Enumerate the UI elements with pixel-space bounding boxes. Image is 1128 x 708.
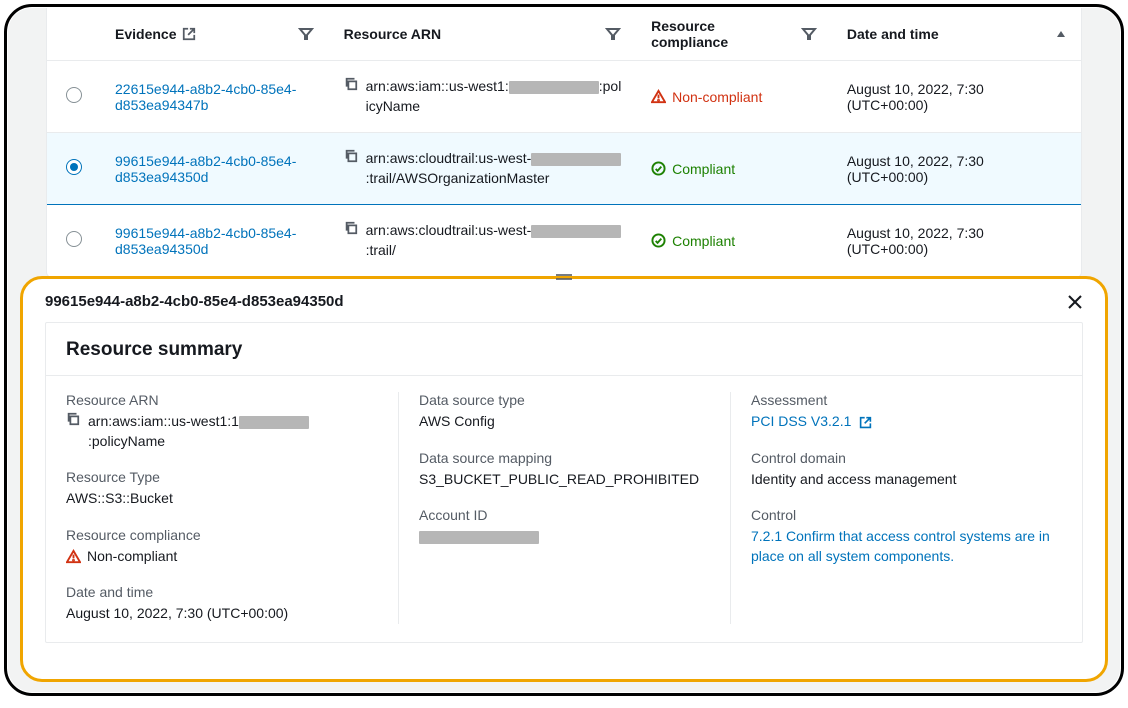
- resource-arn-label: Resource ARN: [66, 392, 378, 408]
- arn-value: arn:aws:cloudtrail:us-west-:trail/: [366, 221, 624, 260]
- column-arn-label: Resource ARN: [344, 26, 442, 42]
- column-compliance-label: Resource compliance: [651, 18, 795, 50]
- resource-arn-value: arn:aws:iam::us-west1:1:policyName: [88, 412, 378, 451]
- copy-icon[interactable]: [344, 77, 358, 91]
- check-circle-icon: [651, 161, 666, 176]
- data-source-mapping-value: S3_BUCKET_PUBLIC_READ_PROHIBITED: [419, 470, 710, 490]
- redacted-text: [239, 416, 309, 429]
- filter-icon[interactable]: [801, 25, 819, 43]
- assessment-label: Assessment: [751, 392, 1062, 408]
- data-source-type-label: Data source type: [419, 392, 710, 408]
- redacted-text: [531, 225, 621, 238]
- column-datetime-label: Date and time: [847, 26, 939, 42]
- datetime-label: Date and time: [66, 584, 378, 600]
- filter-icon[interactable]: [605, 25, 623, 43]
- filter-icon[interactable]: [298, 25, 316, 43]
- row-radio[interactable]: [66, 231, 82, 247]
- account-id-value: [419, 527, 710, 547]
- compliance-status: Compliant: [651, 233, 819, 249]
- check-circle-icon: [651, 233, 666, 248]
- resource-summary-card: Resource summary Resource ARN arn:aws:ia…: [45, 322, 1083, 643]
- column-evidence[interactable]: Evidence: [101, 8, 330, 61]
- table-row[interactable]: 99615e944-a8b2-4cb0-85e4-d853ea94350d ar…: [47, 205, 1081, 277]
- redacted-text: [531, 153, 621, 166]
- panel-title: 99615e944-a8b2-4cb0-85e4-d853ea94350d: [45, 293, 344, 310]
- compliance-status: Compliant: [651, 161, 819, 177]
- control-domain-label: Control domain: [751, 450, 1062, 466]
- column-evidence-label: Evidence: [115, 26, 176, 42]
- arn-value: arn:aws:iam::us-west1::policyName: [366, 77, 624, 116]
- data-source-mapping-label: Data source mapping: [419, 450, 710, 466]
- detail-panel: 99615e944-a8b2-4cb0-85e4-d853ea94350d Re…: [20, 276, 1108, 682]
- warning-icon: [66, 549, 81, 564]
- row-radio[interactable]: [66, 87, 82, 103]
- datetime-cell: August 10, 2022, 7:30 (UTC+00:00): [833, 61, 1081, 133]
- evidence-link[interactable]: 22615e944-a8b2-4cb0-85e4-d853ea94347b: [115, 81, 296, 113]
- redacted-text: [419, 531, 539, 544]
- external-link-icon: [182, 27, 196, 41]
- copy-icon[interactable]: [344, 221, 358, 235]
- resize-handle-icon[interactable]: [554, 273, 574, 281]
- summary-title: Resource summary: [46, 323, 1082, 376]
- sort-asc-icon[interactable]: [1055, 28, 1067, 40]
- close-button[interactable]: [1067, 294, 1083, 310]
- redacted-text: [509, 81, 599, 94]
- resource-compliance-value: Non-compliant: [66, 547, 378, 567]
- table-row[interactable]: 22615e944-a8b2-4cb0-85e4-d853ea94347b ar…: [47, 61, 1081, 133]
- evidence-link[interactable]: 99615e944-a8b2-4cb0-85e4-d853ea94350d: [115, 225, 296, 257]
- account-id-label: Account ID: [419, 507, 710, 523]
- datetime-cell: August 10, 2022, 7:30 (UTC+00:00): [833, 205, 1081, 277]
- datetime-value: August 10, 2022, 7:30 (UTC+00:00): [66, 604, 378, 624]
- column-arn[interactable]: Resource ARN: [330, 8, 638, 61]
- warning-icon: [651, 89, 666, 104]
- resource-type-value: AWS::S3::Bucket: [66, 489, 378, 509]
- evidence-table: Evidence Resource ARN Resource complianc…: [46, 8, 1082, 278]
- resource-type-label: Resource Type: [66, 469, 378, 485]
- control-domain-value: Identity and access management: [751, 470, 1062, 490]
- arn-value: arn:aws:cloudtrail:us-west-:trail/AWSOrg…: [366, 149, 624, 188]
- control-label: Control: [751, 507, 1062, 523]
- row-radio[interactable]: [66, 159, 82, 175]
- copy-icon[interactable]: [344, 149, 358, 163]
- column-datetime[interactable]: Date and time: [833, 8, 1081, 61]
- evidence-link[interactable]: 99615e944-a8b2-4cb0-85e4-d853ea94350d: [115, 153, 296, 185]
- column-compliance[interactable]: Resource compliance: [637, 8, 833, 61]
- data-source-type-value: AWS Config: [419, 412, 710, 432]
- compliance-status: Non-compliant: [651, 89, 819, 105]
- column-select: [47, 8, 101, 61]
- copy-icon[interactable]: [66, 412, 80, 426]
- table-row[interactable]: 99615e944-a8b2-4cb0-85e4-d853ea94350d ar…: [47, 133, 1081, 205]
- control-link[interactable]: 7.2.1 Confirm that access control system…: [751, 527, 1062, 566]
- resource-compliance-label: Resource compliance: [66, 527, 378, 543]
- assessment-link[interactable]: PCI DSS V3.2.1: [751, 412, 1062, 432]
- external-link-icon: [859, 416, 872, 429]
- datetime-cell: August 10, 2022, 7:30 (UTC+00:00): [833, 133, 1081, 205]
